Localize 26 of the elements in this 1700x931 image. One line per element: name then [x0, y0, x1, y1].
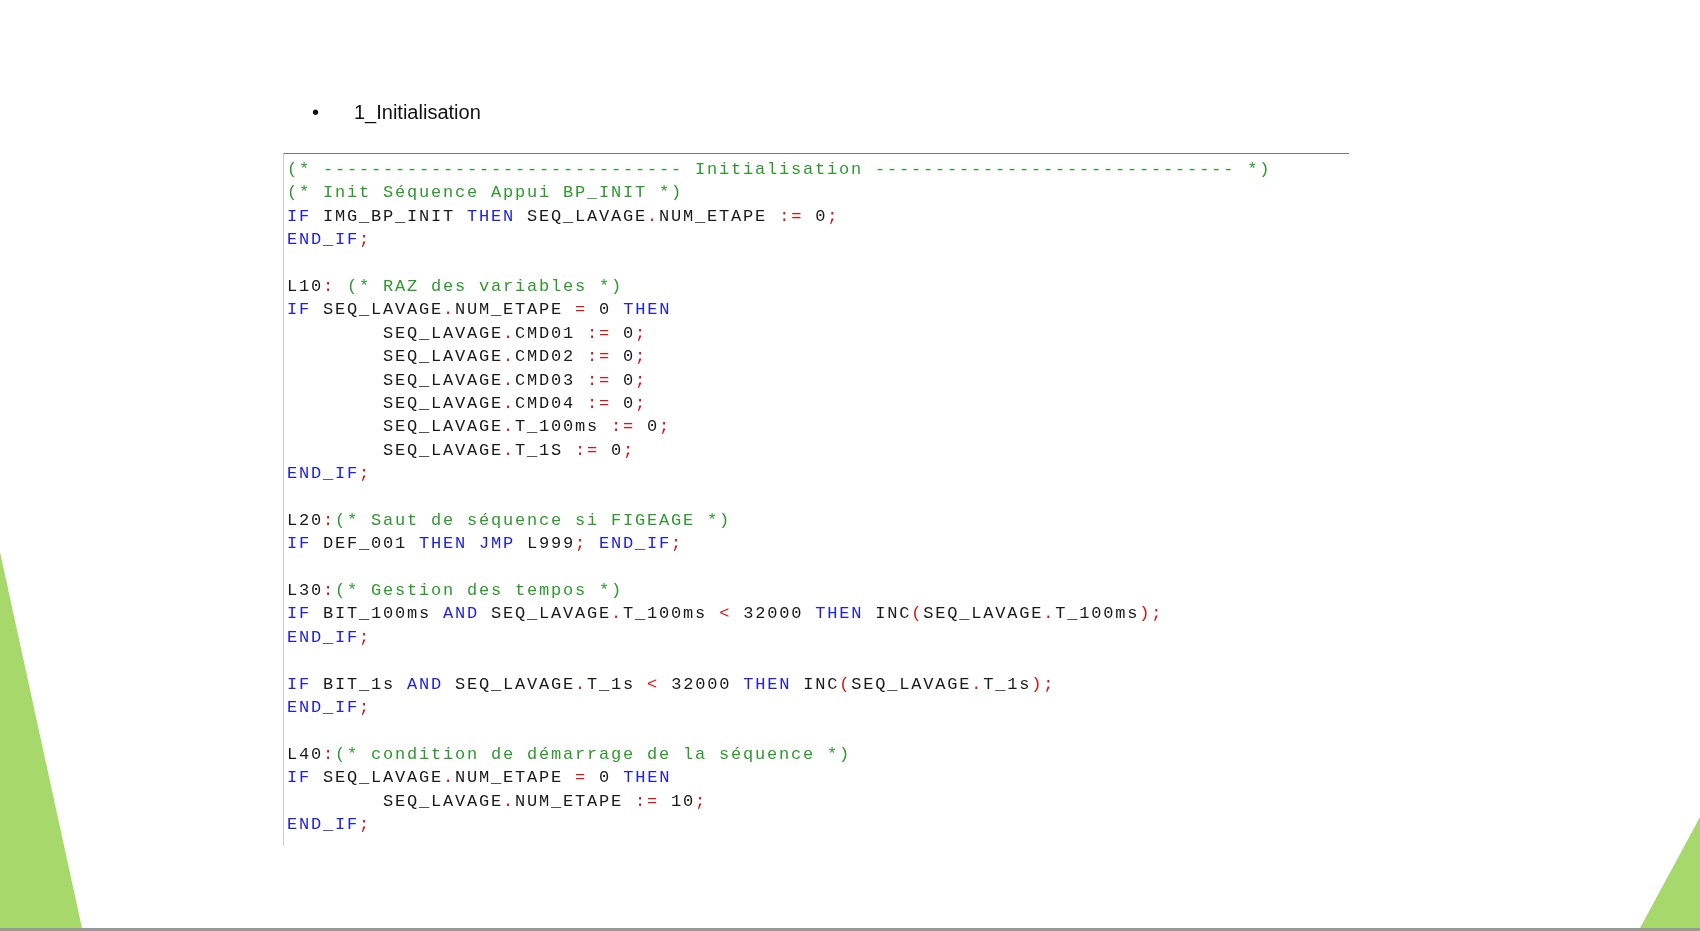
code-line: L10: (* RAZ des variables *) [287, 275, 624, 298]
code-line: END_IF; [287, 697, 372, 719]
code-line: L40:(* condition de démarrage de la séquence *) [287, 743, 852, 766]
code-line: SEQ_LAVAGE.CMD04 := 0; [382, 392, 648, 415]
code-line: SEQ_LAVAGE.T_1S := 0; [382, 439, 636, 462]
code-line: IF DEF_001 THEN JMP L999; END_IF; [287, 533, 684, 556]
code-line: (* Init Séquence Appui BP_INIT *) [287, 182, 684, 205]
code-line: L30:(* Gestion des tempos *) [287, 580, 624, 603]
code-line: SEQ_LAVAGE.CMD01 := 0; [382, 322, 648, 345]
code-line: IF IMG_BP_INIT THEN SEQ_LAVAGE.NUM_ETAPE := 0; [287, 205, 840, 228]
code-line: END_IF; [287, 229, 372, 252]
code-line: SEQ_LAVAGE.CMD02 := 0; [382, 346, 648, 369]
code-line: IF SEQ_LAVAGE.NUM_ETAPE = 0 THEN [287, 767, 672, 790]
code-line: END_IF; [287, 813, 372, 836]
code-line: SEQ_LAVAGE.T_100ms := 0; [382, 416, 672, 439]
code-line: (* ------------------------------ Initialisation ------------------------------ *) [287, 159, 1272, 181]
code-line: SEQ_LAVAGE.CMD03 := 0; [382, 369, 648, 392]
code-line: IF BIT_100ms AND SEQ_LAVAGE.T_100ms < 32000 THEN INC(SEQ_LAVAGE.T_100ms); [287, 603, 1164, 626]
code-line: END_IF; [287, 463, 372, 486]
bullet-text: 1_Initialisation [354, 100, 481, 124]
code-line: SEQ_LAVAGE.NUM_ETAPE := 10; [382, 790, 708, 813]
bullet-marker: • [312, 100, 320, 124]
code-line: L20:(* Saut de séquence si FIGEAGE *) [287, 509, 732, 532]
code-line: IF SEQ_LAVAGE.NUM_ETAPE = 0 THEN [287, 299, 672, 322]
code-line: IF BIT_1s AND SEQ_LAVAGE.T_1s < 32000 THEN INC(SEQ_LAVAGE.T_1s); [287, 673, 1056, 696]
code-line: END_IF; [287, 626, 372, 649]
